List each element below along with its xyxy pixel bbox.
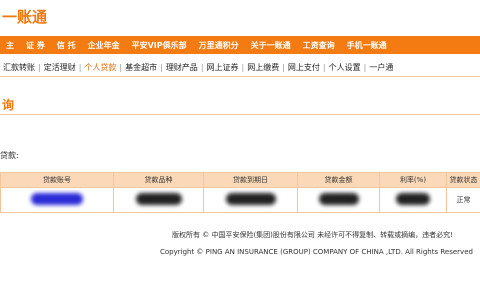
sub-navigation: 汇款转账 | 定活理财 | 个人贷款 | 基金超市 | 理财产品 | 网上证券 … bbox=[0, 58, 480, 77]
cell-loan-type-redacted bbox=[113, 187, 204, 213]
redaction-mark bbox=[396, 193, 430, 205]
column-header-account: 贷款账号 bbox=[0, 172, 114, 188]
redaction-mark bbox=[318, 193, 359, 205]
subnav-item-wealth-products[interactable]: 理财产品 bbox=[163, 62, 201, 73]
subnav-item-online-securities[interactable]: 网上证券 bbox=[204, 62, 242, 73]
table-header-row: 贷款账号 贷款品种 贷款到期日 贷款金额 利率(%) 贷款状态 bbox=[0, 172, 480, 188]
footer-copyright-cn: 版权所有 © 中国平安保险(集团)股份有限公司 未经许可不得复制、转载或摘编，违… bbox=[172, 231, 453, 239]
redaction-mark bbox=[225, 193, 276, 205]
column-header-rate: 利率(%) bbox=[379, 172, 447, 188]
cell-account-redacted[interactable] bbox=[0, 187, 114, 213]
cell-due-date-redacted bbox=[203, 187, 298, 213]
topnav-item-trust[interactable]: 信 托 bbox=[51, 40, 82, 51]
topnav-item-vip-club[interactable]: 平安VIP俱乐部 bbox=[126, 40, 193, 51]
topnav-item-about[interactable]: 关于一账通 bbox=[245, 40, 297, 51]
subnav-item-settings[interactable]: 个人设置 bbox=[326, 62, 364, 73]
loan-table: 贷款账号 贷款品种 贷款到期日 贷款金额 利率(%) 贷款状态 正常 bbox=[0, 172, 480, 213]
footer-copyright-en: Copyright © PING AN INSURANCE (GROUP) CO… bbox=[160, 248, 473, 256]
subnav-item-online-payment-bills[interactable]: 网上缴费 bbox=[244, 62, 282, 73]
topnav-item-salary[interactable]: 工资查询 bbox=[297, 40, 341, 51]
cell-status: 正常 bbox=[446, 187, 480, 213]
loan-list-label: 贷款: bbox=[0, 151, 19, 160]
redaction-mark bbox=[31, 193, 83, 205]
cell-rate-redacted bbox=[379, 187, 447, 213]
subnav-item-one-account[interactable]: 一户通 bbox=[366, 62, 396, 73]
top-navigation: 主 证 券 信 托 企业年金 平安VIP俱乐部 万里通积分 关于一账通 工资查询… bbox=[0, 36, 480, 54]
topnav-item-securities[interactable]: 证 券 bbox=[20, 40, 51, 51]
topnav-item[interactable]: 主 bbox=[0, 40, 20, 51]
subnav-item-online-pay[interactable]: 网上支付 bbox=[285, 62, 323, 73]
topnav-item-annuity[interactable]: 企业年金 bbox=[82, 40, 126, 51]
column-header-due-date: 贷款到期日 bbox=[203, 172, 298, 188]
title-divider bbox=[0, 114, 480, 115]
topnav-item-mobile[interactable]: 手机一账通 bbox=[341, 40, 393, 51]
redaction-mark bbox=[135, 193, 182, 205]
column-header-loan-type: 贷款品种 bbox=[113, 172, 204, 188]
column-header-status: 贷款状态 bbox=[446, 172, 480, 188]
column-header-amount: 贷款金额 bbox=[297, 172, 380, 188]
topnav-item-points[interactable]: 万里通积分 bbox=[193, 40, 245, 51]
subnav-item-fund-market[interactable]: 基金超市 bbox=[122, 62, 160, 73]
page-title: 询 bbox=[2, 98, 15, 112]
app-logo: 一账通 bbox=[2, 8, 48, 26]
table-row: 正常 bbox=[0, 187, 480, 213]
subnav-item-transfer[interactable]: 汇款转账 bbox=[0, 62, 38, 73]
cell-amount-redacted bbox=[297, 187, 380, 213]
subnav-item-personal-loan[interactable]: 个人贷款 bbox=[81, 62, 119, 73]
subnav-item-deposit[interactable]: 定活理财 bbox=[41, 62, 79, 73]
